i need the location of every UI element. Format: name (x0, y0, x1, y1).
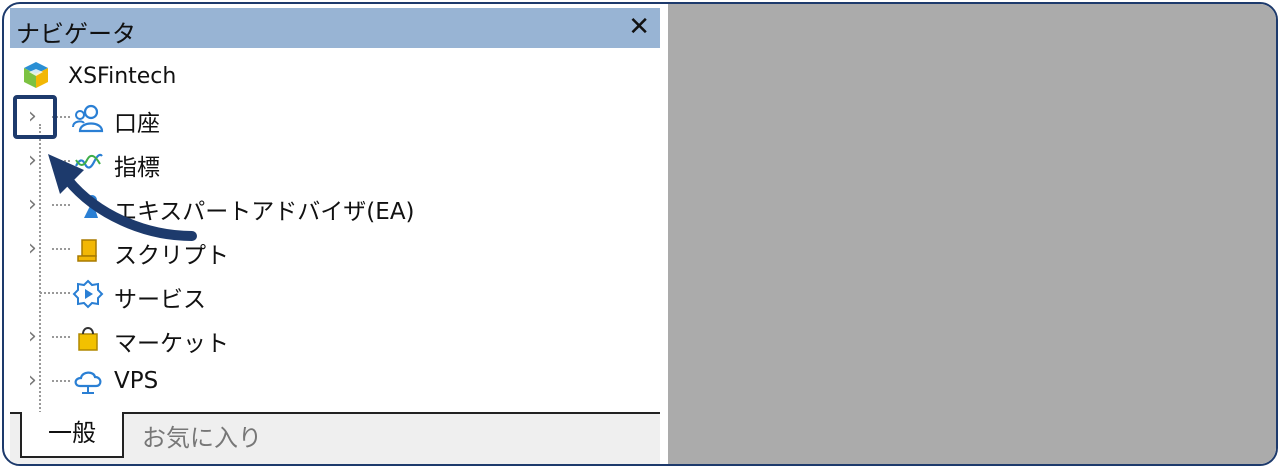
tab-general[interactable]: 一般 (20, 412, 124, 458)
tree-item-label: 指標 (114, 155, 160, 181)
screenshot-frame: ナビゲータ ✕ XSFintech › 口座 › 指標 › エキスパートアドバイ… (2, 2, 1278, 466)
expand-chevron-icon[interactable]: › (28, 150, 50, 172)
tree-item-expert-advisors[interactable]: › エキスパートアドバイザ(EA) (10, 186, 650, 226)
tree-item-label: スクリプト (114, 243, 229, 269)
account-icon (72, 104, 104, 133)
annotation-highlight-box (13, 95, 57, 139)
xsfintech-logo-icon (24, 62, 48, 88)
market-icon (78, 327, 98, 351)
tree-dots (52, 336, 70, 340)
tree-item-label: 口座 (114, 111, 160, 137)
tree-dots (52, 380, 70, 384)
vps-icon (74, 371, 102, 394)
tree-item-label: サービス (114, 287, 206, 313)
navigator-tree: XSFintech › 口座 › 指標 › エキスパートアドバイザ(EA) › … (10, 50, 660, 424)
tree-item-label: マーケット (114, 331, 229, 357)
navigator-panel: ナビゲータ ✕ XSFintech › 口座 › 指標 › エキスパートアドバイ… (10, 8, 660, 464)
tree-dots (52, 160, 70, 164)
tree-item-scripts[interactable]: › スクリプト (10, 230, 650, 270)
root-label: XSFintech (68, 64, 177, 89)
tree-item-account[interactable]: › 口座 (10, 98, 650, 138)
tree-item-label: VPS (114, 368, 159, 394)
close-icon[interactable]: ✕ (628, 12, 650, 42)
tree-dots (52, 248, 70, 252)
tree-item-services[interactable]: サービス (10, 274, 650, 314)
tree-item-indicators[interactable]: › 指標 (10, 142, 650, 182)
tree-dots (52, 204, 70, 208)
service-icon (72, 279, 104, 309)
tree-item-market[interactable]: › マーケット (10, 318, 650, 358)
indicator-icon (75, 153, 103, 169)
expert-advisor-icon (84, 195, 98, 218)
navigator-tabs: 一般 お気に入り (10, 412, 660, 464)
tree-item-vps[interactable]: › VPS (10, 362, 650, 402)
chart-area-placeholder (668, 4, 1276, 464)
expand-chevron-icon[interactable]: › (28, 194, 50, 216)
tree-dots (40, 292, 70, 296)
navigator-title-bar: ナビゲータ ✕ (10, 8, 660, 48)
expand-chevron-icon[interactable]: › (28, 238, 50, 260)
tree-item-label: エキスパートアドバイザ(EA) (114, 199, 415, 225)
script-icon (77, 239, 97, 262)
expand-chevron-icon[interactable]: › (28, 370, 50, 392)
navigator-title: ナビゲータ (16, 20, 136, 48)
expand-chevron-icon[interactable]: › (28, 326, 50, 348)
tab-favorites[interactable]: お気に入り (142, 418, 262, 453)
